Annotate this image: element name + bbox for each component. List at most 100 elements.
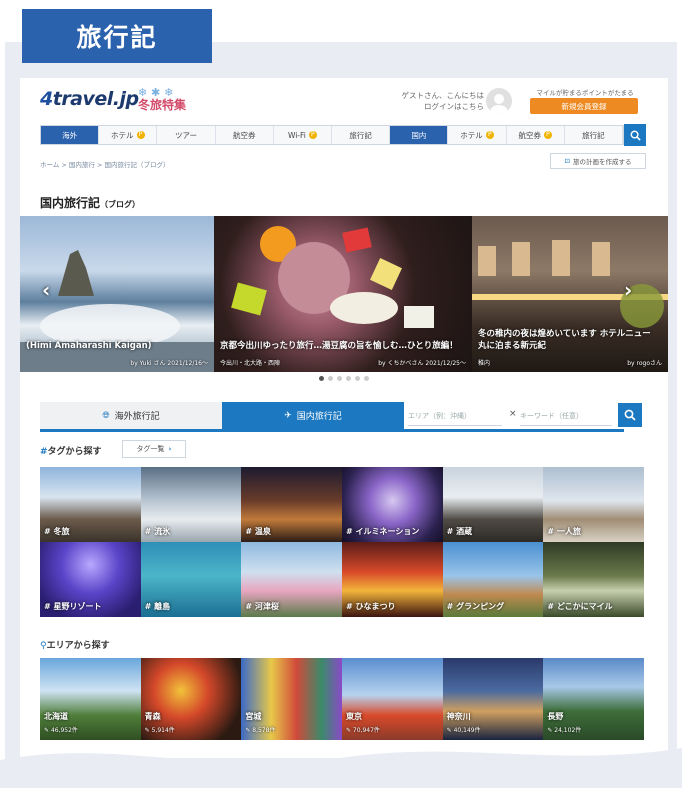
nav-item[interactable]: 国内 xyxy=(390,126,449,144)
point-coin-icon: P xyxy=(543,131,552,139)
nav-item-label: 国内 xyxy=(411,130,427,140)
nav-item[interactable]: ホテル P xyxy=(99,126,158,144)
search-icon xyxy=(630,130,641,141)
tag-tile[interactable]: # ひなまつり xyxy=(341,542,443,617)
carousel-prev-arrow[interactable]: ‹ xyxy=(42,278,50,302)
slide-location: 今出川・北大路・西陣 xyxy=(220,360,281,367)
chevron-right-icon: › xyxy=(168,445,172,453)
wishlist-button[interactable]: ⊡ 旅の計画を作成する xyxy=(550,153,646,169)
globe-icon: 🌐︎ xyxy=(102,410,110,421)
tag-name: 河津桜 xyxy=(254,602,279,611)
point-coin-icon: P xyxy=(485,131,494,139)
nav-item[interactable]: Wi-Fi P xyxy=(273,126,333,144)
tag-tile[interactable]: # どこかにマイル xyxy=(543,542,644,617)
wave-divider xyxy=(0,748,682,788)
nav-item[interactable]: ツアー xyxy=(157,126,216,144)
tag-section-title: #タグから探す xyxy=(40,444,102,457)
search-icon xyxy=(624,409,636,421)
tag-tile-label: # 冬旅 xyxy=(44,526,70,537)
area-input[interactable]: エリア（例：沖縄） xyxy=(408,406,502,426)
site-window: 4travel.jp ❄ ✱ ❄ 冬旅特集 ゲストさん、こんにちは ログインはこちら… xyxy=(20,78,668,758)
nav-item[interactable]: 旅行記 xyxy=(332,126,391,144)
carousel-next-arrow[interactable]: › xyxy=(624,278,632,302)
carousel-dot[interactable] xyxy=(328,376,333,381)
nav-search-button[interactable] xyxy=(624,124,646,146)
breadcrumb[interactable]: ホーム > 国内旅行 > 国内旅行記（ブログ） xyxy=(40,159,169,169)
tag-name: 流氷 xyxy=(154,527,171,536)
area-name: 青森 xyxy=(144,712,161,721)
tag-tile[interactable]: # イルミネーション xyxy=(341,467,443,542)
tag-tile[interactable]: # グランピング xyxy=(442,542,544,617)
avatar[interactable] xyxy=(486,88,512,114)
tag-tile-label: # 温泉 xyxy=(245,526,271,537)
area-name: 神奈川 xyxy=(446,712,471,721)
nav-item-label: ホテル xyxy=(460,130,483,140)
tab-domestic-label: 国内旅行記 xyxy=(296,412,342,422)
nav-item-label: Wi-Fi xyxy=(287,130,306,140)
wishlist-label: 旅の計画を作成する xyxy=(572,158,632,166)
carousel-dot[interactable] xyxy=(355,376,360,381)
tag-name: 一人旅 xyxy=(556,527,581,536)
slide-location: 稚内 xyxy=(478,360,491,367)
carousel-dots xyxy=(20,376,668,381)
tag-list-button[interactable]: タグ一覧 › xyxy=(122,440,186,458)
carousel-dot[interactable] xyxy=(337,376,342,381)
tag-tile[interactable]: # 流氷 xyxy=(140,467,242,542)
tag-tile-label: # イルミネーション xyxy=(346,526,419,537)
tag-name: イルミネーション xyxy=(355,527,420,536)
area-name: 宮城 xyxy=(245,712,262,721)
greeting-line-1: ゲストさん、こんにちは xyxy=(401,91,485,100)
hash-icon: # xyxy=(144,602,155,611)
slide-caption: (Himi Amaharashi Kaigan) xyxy=(26,341,152,351)
nav-item[interactable]: 旅行記 xyxy=(564,126,624,144)
tag-tile[interactable]: # 冬旅 xyxy=(40,467,141,542)
area-name: 北海道 xyxy=(44,712,68,721)
logo-text: travel.jp xyxy=(52,88,139,110)
nav-item-label: ホテル xyxy=(111,130,134,140)
hash-icon: # xyxy=(446,602,457,611)
carousel-slide[interactable]: 冬の稚内の夜は煌めいています ホテルニュー丸に泊まる新元紀 稚内 by rogo… xyxy=(472,216,668,372)
tag-name: 温泉 xyxy=(254,527,271,536)
campaign-label: 冬旅特集 xyxy=(138,98,187,112)
site-logo[interactable]: 4travel.jp xyxy=(40,88,139,110)
campaign-banner[interactable]: ❄ ✱ ❄ 冬旅特集 xyxy=(138,86,187,112)
tag-name: 離島 xyxy=(154,602,171,611)
tab-domestic[interactable]: ✈︎ 国内旅行記 xyxy=(222,402,404,429)
search-button[interactable] xyxy=(618,403,642,427)
register-button[interactable]: 新規会員登録 xyxy=(530,98,638,114)
main-nav: 海外 ホテル P ツアー 航空券 Wi-Fi P 旅行記 国内 ホテル P 航空券 P 旅行記 xyxy=(40,125,624,145)
tag-tile[interactable]: # 離島 xyxy=(140,542,242,617)
nav-item[interactable]: 海外 xyxy=(41,126,100,144)
tag-name: 星野リゾート xyxy=(53,602,102,611)
nav-item[interactable]: 航空券 P xyxy=(506,126,565,144)
page-title-sub: （ブログ） xyxy=(100,200,141,209)
tag-tile-label: # 流氷 xyxy=(145,526,171,537)
page-title: 国内旅行記（ブログ） xyxy=(40,194,140,211)
carousel-dot[interactable] xyxy=(319,376,324,381)
login-link[interactable]: ログインはこちら xyxy=(392,101,484,112)
carousel-slide[interactable]: 京都今出川ゆったり旅行…湯豆腐の旨を愉しむ…ひとり旅編！ 今出川・北大路・西陣 … xyxy=(214,216,472,372)
area-name: 長野 xyxy=(547,712,564,721)
map-icon: ⊡ xyxy=(564,157,570,165)
tag-tile[interactable]: # 温泉 xyxy=(241,467,342,542)
tag-tile-label: # どこかにマイル xyxy=(547,601,612,612)
keyword-input[interactable]: キーワード（任意） xyxy=(520,406,612,426)
tag-list-label: タグ一覧 xyxy=(136,445,165,453)
tag-tile[interactable]: # 星野リゾート xyxy=(40,542,141,617)
nav-item-label: 旅行記 xyxy=(582,130,605,140)
carousel-dot[interactable] xyxy=(364,376,369,381)
banner-title: 旅行記 xyxy=(22,9,212,63)
nav-item[interactable]: 航空券 xyxy=(215,126,274,144)
tag-tile[interactable]: # 一人旅 xyxy=(543,467,644,542)
slide-author: by Yuki さん 2021/12/16〜 xyxy=(130,360,208,367)
nav-item-label: 旅行記 xyxy=(349,130,372,140)
slide-author: by くちかべさん 2021/12/25〜 xyxy=(378,360,466,367)
tag-tile[interactable]: # 河津桜 xyxy=(241,542,342,617)
nav-item-label: 海外 xyxy=(62,130,78,140)
tag-tile-label: # 酒蔵 xyxy=(447,526,473,537)
tab-overseas[interactable]: 🌐︎ 海外旅行記 xyxy=(40,402,222,429)
carousel-dot[interactable] xyxy=(346,376,351,381)
tag-tile[interactable]: # 酒蔵 xyxy=(442,467,544,542)
nav-item[interactable]: ホテル P xyxy=(448,126,507,144)
hash-icon: # xyxy=(144,527,155,536)
